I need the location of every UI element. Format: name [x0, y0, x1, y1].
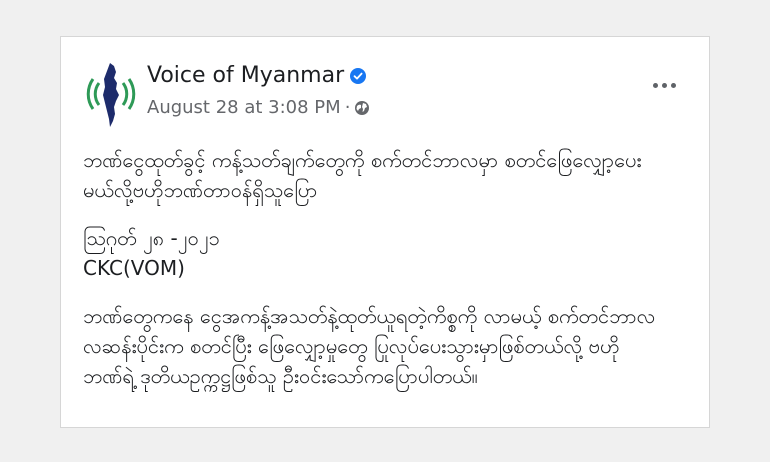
globe-icon[interactable]: [354, 100, 370, 116]
more-dot: [671, 83, 676, 88]
headline-line: ဘဏ်ငွေထုတ်ခွင့် ကန့်သတ်ချက်တွေကို စက်တင်…: [83, 148, 642, 172]
more-dot: [653, 83, 658, 88]
post-body: ဘဏ်ငွေထုတ်ခွင့် ကန့်သတ်ချက်တွေကို စက်တင်…: [83, 145, 703, 409]
page-name-text[interactable]: Voice of Myanmar: [147, 63, 344, 88]
more-options-icon[interactable]: [653, 81, 679, 91]
post-headline: ဘဏ်ငွေထုတ်ခွင့် ကန့်သတ်ချက်တွေကို စက်တင်…: [83, 145, 703, 205]
meta-separator: ·: [344, 97, 351, 118]
post-dateline: ဩဂုတ် ၂၈ -၂၀၂၁: [83, 226, 220, 250]
paragraph-line: လဆန်းပိုင်းက စတင်ပြီး ဖြေလျှော့မှုတွေ ပြ…: [83, 334, 620, 358]
paragraph-line: ဘဏ်တွေကနေ ငွေအကန့်အသတ်နဲ့ထုတ်ယူရတဲ့ကိစ္စ…: [83, 304, 656, 328]
post-meta: August 28 at 3:08 PM ·: [147, 97, 370, 118]
page-avatar-logo-icon[interactable]: [83, 57, 139, 129]
page-name[interactable]: Voice of Myanmar: [147, 63, 367, 88]
post-timestamp[interactable]: August 28 at 3:08 PM: [147, 97, 341, 118]
facebook-post-card: Voice of Myanmar August 28 at 3:08 PM · …: [60, 36, 710, 428]
headline-line: မယ်လို့ဗဟိုဘဏ်တာဝန်ရှိသူပြော: [83, 178, 318, 202]
paragraph-line: ဘဏ်ရဲ့ ဒုတိယဥက္ကဋ္ဌဖြစ်သူ ဦးဝင်းသော်ကပြေ…: [83, 364, 478, 388]
post-byline: ဩဂုတ် ၂၈ -၂၀၂၁ CKC(VOM): [83, 223, 703, 283]
post-paragraph: ဘဏ်တွေကနေ ငွေအကန့်အသတ်နဲ့ထုတ်ယူရတဲ့ကိစ္စ…: [83, 301, 703, 391]
verified-badge-icon: [350, 67, 367, 84]
post-source: CKC(VOM): [83, 256, 185, 280]
more-dot: [662, 83, 667, 88]
